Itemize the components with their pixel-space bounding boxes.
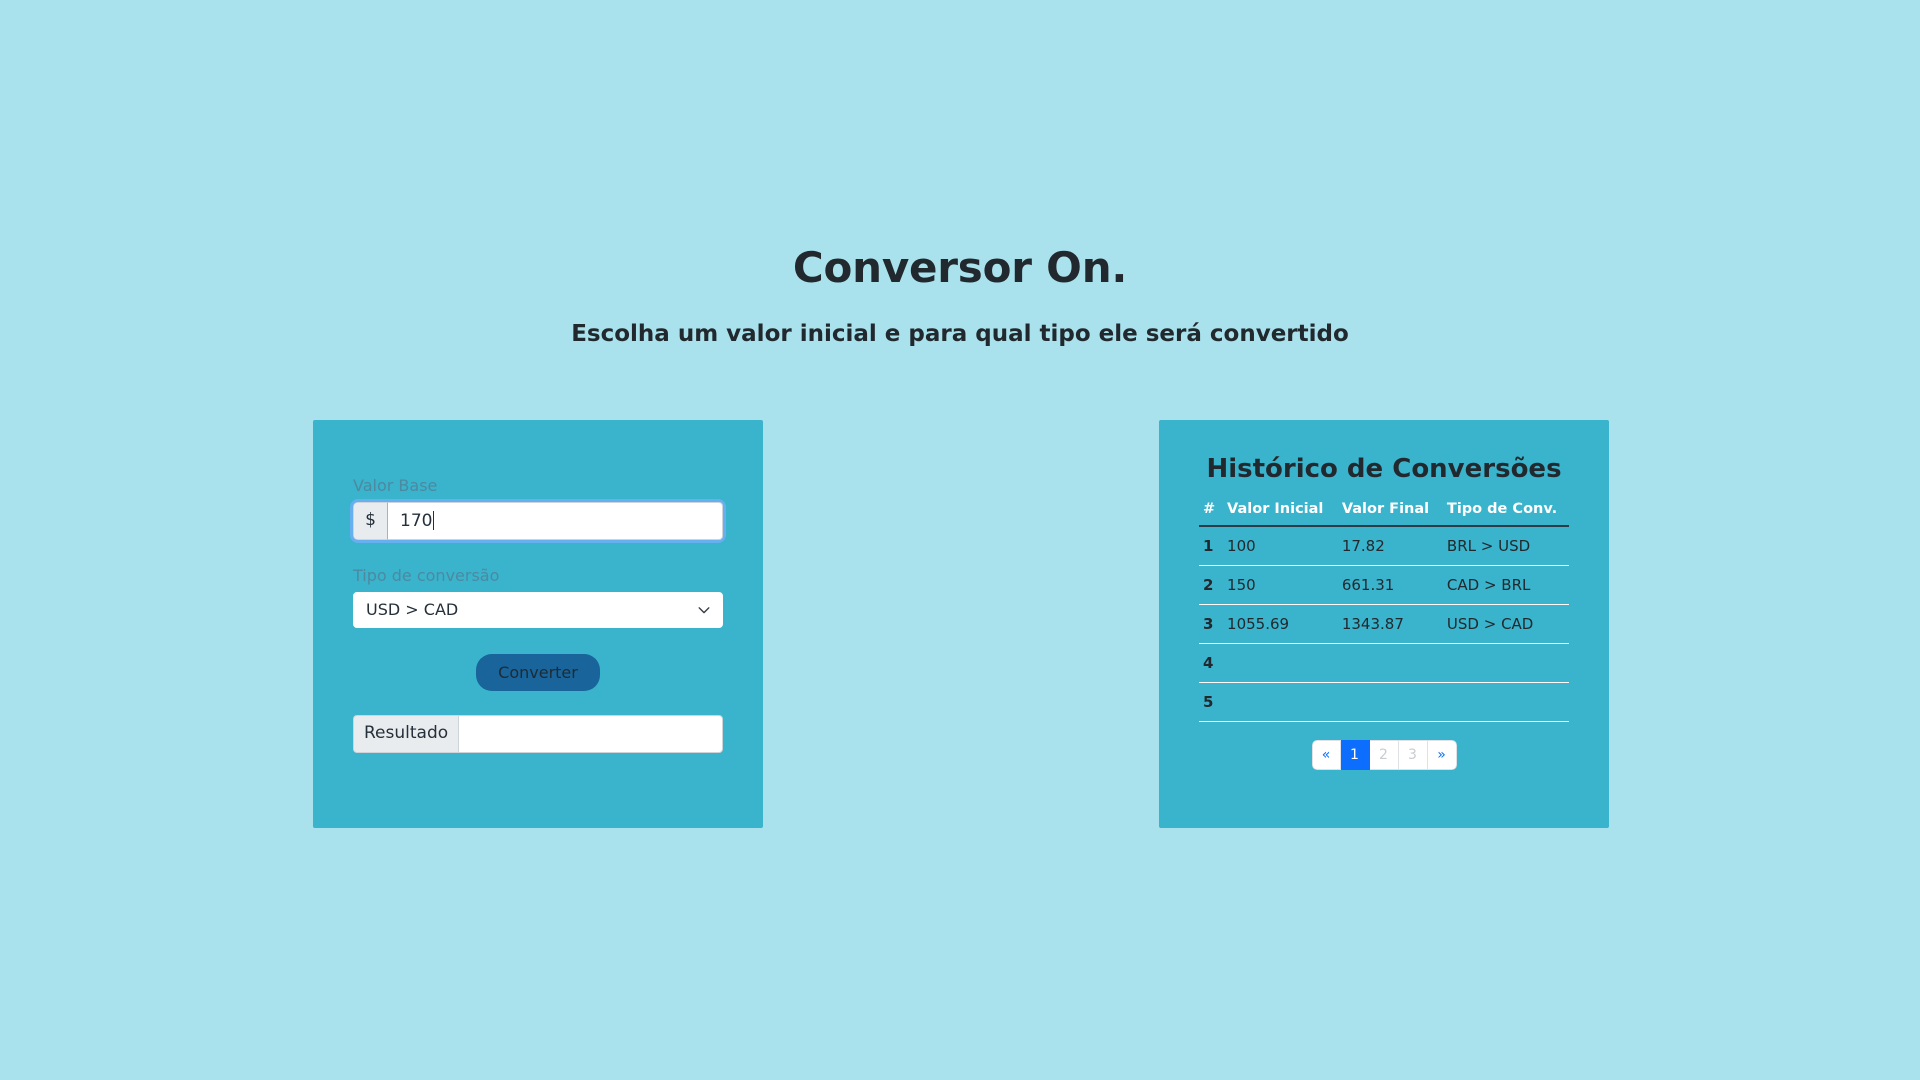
pagination-page-1[interactable]: 1	[1340, 740, 1370, 771]
row-final	[1337, 643, 1443, 684]
converter-card: Valor Base $ 170 Tipo de conversão USD >…	[313, 420, 763, 828]
table-row: 2 150 661.31 CAD > BRL	[1199, 565, 1569, 606]
row-initial: 1055.69	[1223, 604, 1338, 645]
row-type	[1442, 643, 1569, 684]
app-page: Conversor On. Escolha um valor inicial e…	[0, 0, 1920, 1080]
row-final: 661.31	[1337, 565, 1443, 606]
pagination-next-button[interactable]: »	[1427, 740, 1457, 771]
pagination-page-3[interactable]: 3	[1398, 740, 1428, 771]
base-value-input-text: 170	[400, 510, 433, 531]
history-title: Histórico de Conversões	[1206, 454, 1562, 484]
history-header-row: # Valor Inicial Valor Final Tipo de Conv…	[1199, 499, 1569, 528]
row-type: USD > CAD	[1442, 604, 1569, 645]
row-index: 4	[1199, 643, 1224, 684]
base-value-input-group[interactable]: $ 170	[350, 498, 726, 543]
base-value-input[interactable]: 170	[387, 501, 723, 540]
conversion-type-select[interactable]: USD > CAD	[353, 591, 723, 628]
currency-prefix-addon: $	[353, 501, 387, 540]
result-input-group[interactable]: Resultado	[353, 714, 723, 753]
row-final: 1343.87	[1337, 604, 1443, 645]
history-table: # Valor Inicial Valor Final Tipo de Conv…	[1199, 499, 1569, 723]
column-header-type: Tipo de Conv.	[1442, 499, 1569, 528]
cards-row: Valor Base $ 170 Tipo de conversão USD >…	[0, 420, 1920, 828]
history-column: Histórico de Conversões # Valor Inicial …	[1159, 420, 1609, 828]
column-header-final: Valor Final	[1337, 499, 1443, 528]
row-final	[1337, 682, 1443, 723]
converter-column: Valor Base $ 170 Tipo de conversão USD >…	[313, 420, 763, 828]
conversion-type-label: Tipo de conversão	[353, 565, 500, 585]
pagination-prev-button[interactable]: «	[1311, 740, 1341, 771]
conversion-type-selected-value: USD > CAD	[353, 591, 723, 628]
row-type: BRL > USD	[1442, 526, 1569, 567]
history-table-head: # Valor Inicial Valor Final Tipo de Conv…	[1199, 499, 1569, 528]
page-header: Conversor On. Escolha um valor inicial e…	[0, 0, 1920, 349]
table-row: 4	[1199, 643, 1569, 684]
pagination-page-2[interactable]: 2	[1369, 740, 1399, 771]
pagination-wrapper: « 1 2 3 »	[1199, 740, 1569, 771]
base-value-label: Valor Base	[353, 476, 438, 495]
text-caret	[433, 511, 435, 531]
column-header-index: #	[1199, 499, 1224, 528]
pagination: « 1 2 3 »	[1311, 740, 1457, 771]
row-index: 5	[1199, 682, 1224, 723]
page-subtitle: Escolha um valor inicial e para qual tip…	[571, 321, 1349, 348]
row-initial	[1223, 643, 1338, 684]
page-title: Conversor On.	[792, 243, 1128, 292]
row-final: 17.82	[1337, 526, 1443, 567]
result-label-addon: Resultado	[353, 714, 459, 753]
row-initial: 150	[1223, 565, 1338, 606]
table-row: 5	[1199, 682, 1569, 723]
convert-button-row: Converter	[353, 653, 723, 691]
row-type	[1442, 682, 1569, 723]
table-row: 1 100 17.82 BRL > USD	[1199, 526, 1569, 567]
history-table-body: 1 100 17.82 BRL > USD 2 150 661.31 CAD >…	[1199, 526, 1569, 723]
row-initial: 100	[1223, 526, 1338, 567]
row-initial	[1223, 682, 1338, 723]
row-index: 2	[1199, 565, 1224, 606]
column-spacer	[763, 420, 1159, 828]
convert-button[interactable]: Converter	[476, 653, 600, 691]
row-index: 3	[1199, 604, 1224, 645]
result-input[interactable]	[458, 714, 723, 753]
table-row: 3 1055.69 1343.87 USD > CAD	[1199, 604, 1569, 645]
history-card: Histórico de Conversões # Valor Inicial …	[1159, 420, 1609, 828]
column-header-initial: Valor Inicial	[1223, 499, 1338, 528]
row-index: 1	[1199, 526, 1224, 567]
row-type: CAD > BRL	[1442, 565, 1569, 606]
